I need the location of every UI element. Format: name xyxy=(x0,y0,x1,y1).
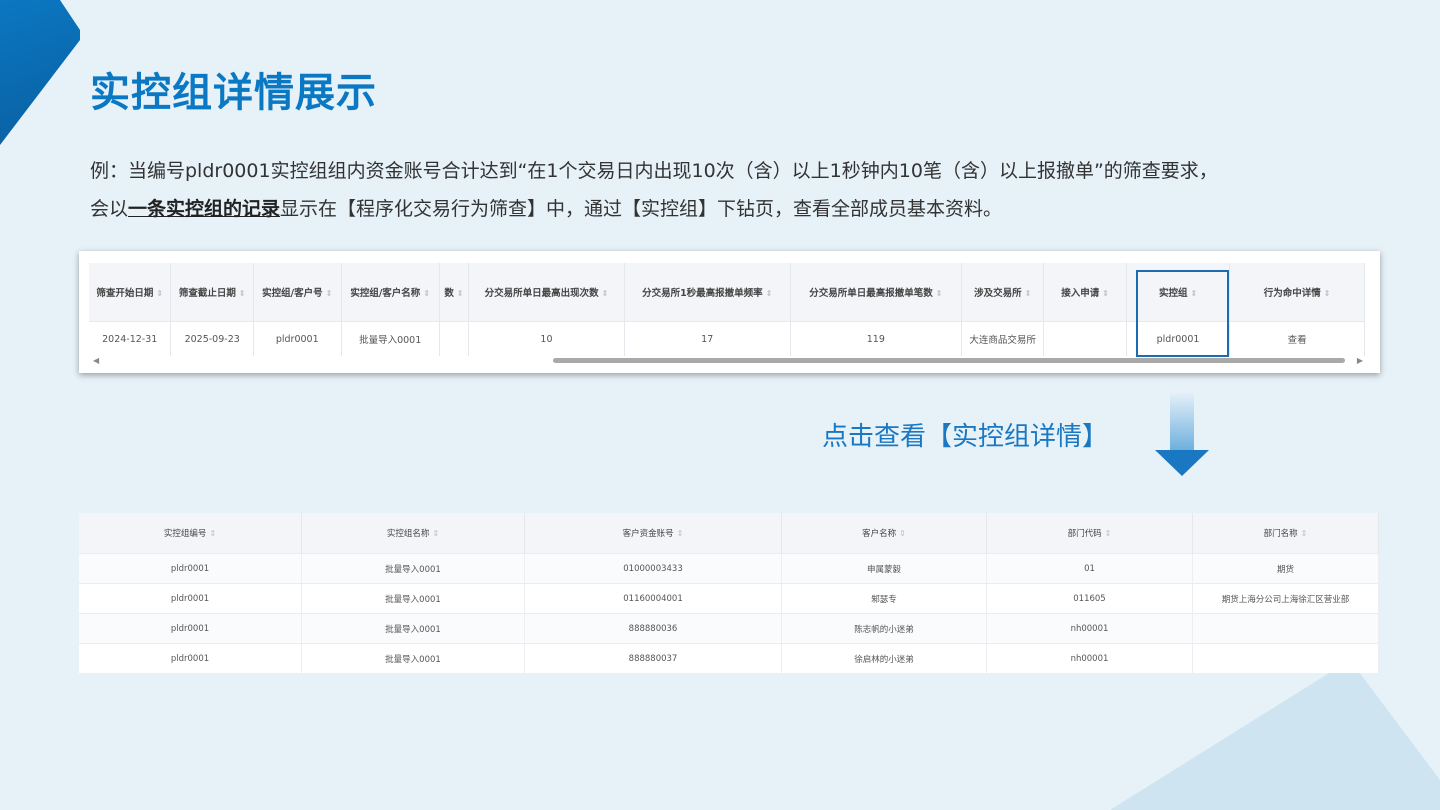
sort-icon[interactable]: ⇕ xyxy=(677,529,684,538)
sort-icon[interactable]: ⇕ xyxy=(432,529,439,538)
sort-icon[interactable]: ⇕ xyxy=(936,289,943,298)
cell-dept-code: 01 xyxy=(986,553,1193,584)
cell-account: 888880037 xyxy=(524,643,782,673)
description-bold: 一条实控组的记录 xyxy=(128,198,281,220)
cell-exchange: 大连商品交易所 xyxy=(961,321,1045,356)
cell-access-request xyxy=(1043,321,1127,356)
cell-dept-name: 期货上海分公司上海徐汇区营业部 xyxy=(1192,583,1379,614)
corner-decoration-top-left xyxy=(0,0,80,145)
cell-max-cancels: 119 xyxy=(790,321,962,356)
cell-end-date: 2025-09-23 xyxy=(170,321,254,356)
cell-group-name: 批量导入0001 xyxy=(301,643,525,673)
cell-account: 01160004001 xyxy=(524,583,782,614)
col-header[interactable]: 实控组/客户号 ⇕ xyxy=(253,263,342,322)
group-detail-table: 实控组编号 ⇕ 实控组名称 ⇕ 客户资金账号 ⇕ 客户名称 ⇕ 部门代码 ⇕ 部门名称 ⇕ … xyxy=(79,513,1379,673)
col-header[interactable]: 筛查截止日期 ⇕ xyxy=(170,263,254,322)
sort-icon[interactable]: ⇕ xyxy=(1324,289,1331,298)
sort-icon[interactable]: ⇕ xyxy=(209,529,216,538)
table-header-row: 实控组编号 ⇕ 实控组名称 ⇕ 客户资金账号 ⇕ 客户名称 ⇕ 部门代码 ⇕ 部门名称 ⇕ xyxy=(79,513,1379,554)
screening-table-panel: 筛查开始日期 ⇕ 筛查截止日期 ⇕ 实控组/客户号 ⇕ 实控组/客户名称 ⇕ 数 ⇕ 分交… xyxy=(79,251,1380,373)
cell-customer-name: 陈志帆的小迷弟 xyxy=(781,613,987,644)
description-prefix: 会以 xyxy=(90,198,129,220)
col-header[interactable]: 数 ⇕ xyxy=(439,263,470,322)
cell-group-name: 批量导入0001 xyxy=(301,613,525,644)
sort-icon[interactable]: ⇕ xyxy=(766,289,773,298)
table-row: pldr0001 批量导入0001 01160004001 邾瑟专 011605… xyxy=(79,583,1379,614)
cell-max-count: 10 xyxy=(468,321,625,356)
col-header[interactable]: 客户名称 ⇕ xyxy=(781,513,987,554)
cell-group-id: pldr0001 xyxy=(79,613,302,644)
sort-icon[interactable]: ⇕ xyxy=(1105,529,1112,538)
col-header[interactable]: 分交易所1秒最高报撤单频率 ⇕ xyxy=(624,263,791,322)
cell-group-id: pldr0001 xyxy=(79,583,302,614)
sort-icon[interactable]: ⇕ xyxy=(326,289,333,298)
sort-icon[interactable]: ⇕ xyxy=(899,529,906,538)
cell-dept-code: nh00001 xyxy=(986,613,1193,644)
sort-icon[interactable]: ⇕ xyxy=(457,289,464,298)
view-details-link[interactable]: 查看 xyxy=(1229,321,1365,356)
highlight-box xyxy=(1136,270,1229,357)
col-header[interactable]: 筛查开始日期 ⇕ xyxy=(89,263,172,322)
col-header[interactable]: 实控组/客户名称 ⇕ xyxy=(341,263,440,322)
cell-dept-code: 011605 xyxy=(986,583,1193,614)
scroll-thumb[interactable] xyxy=(553,358,1345,363)
cell-group-name: 批量导入0001 xyxy=(301,583,525,614)
cell-dept-name xyxy=(1192,613,1379,644)
sort-icon[interactable]: ⇕ xyxy=(1025,289,1032,298)
cell-group-name: 批量导入0001 xyxy=(301,553,525,584)
description-suffix: 显示在【程序化交易行为筛查】中，通过【实控组】下钻页，查看全部成员基本资料。 xyxy=(280,198,1003,220)
col-header[interactable]: 部门代码 ⇕ xyxy=(986,513,1193,554)
table-row: pldr0001 批量导入0001 888880037 徐启林的小迷弟 nh00… xyxy=(79,643,1379,673)
col-header[interactable]: 行为命中详情 ⇕ xyxy=(1229,263,1365,322)
sort-icon[interactable]: ⇕ xyxy=(239,289,246,298)
description-line-1: 例：当编号pldr0001实控组组内资金账号合计达到“在1个交易日内出现10次（… xyxy=(90,160,1218,182)
col-header[interactable]: 实控组编号 ⇕ xyxy=(79,513,302,554)
sort-icon[interactable]: ⇕ xyxy=(156,289,163,298)
col-header[interactable]: 涉及交易所 ⇕ xyxy=(961,263,1045,322)
col-header[interactable]: 部门名称 ⇕ xyxy=(1192,513,1379,554)
hint-text: 点击查看【实控组详情】 xyxy=(822,422,1109,452)
sort-icon[interactable]: ⇕ xyxy=(1301,529,1308,538)
cell-group-name: 批量导入0001 xyxy=(341,321,440,356)
cell-max-frequency: 17 xyxy=(624,321,791,356)
cell-start-date: 2024-12-31 xyxy=(89,321,172,356)
cell-account: 888880036 xyxy=(524,613,782,644)
col-header[interactable]: 分交易所单日最高报撤单笔数 ⇕ xyxy=(790,263,962,322)
cell-dept-name: 期货 xyxy=(1192,553,1379,584)
sort-icon[interactable]: ⇕ xyxy=(1102,289,1109,298)
cell-group-id: pldr0001 xyxy=(253,321,342,356)
sort-icon[interactable]: ⇕ xyxy=(602,289,609,298)
scroll-left-icon[interactable]: ◀ xyxy=(93,356,99,365)
horizontal-scrollbar[interactable]: ◀ ▶ xyxy=(91,355,1365,365)
cell-hidden xyxy=(439,321,470,356)
col-header[interactable]: 接入申请 ⇕ xyxy=(1043,263,1127,322)
down-arrow-icon xyxy=(1155,390,1209,476)
table-row: pldr0001 批量导入0001 01000003433 申属蒙毅 01 期货 xyxy=(79,553,1379,584)
cell-account: 01000003433 xyxy=(524,553,782,584)
sort-icon[interactable]: ⇕ xyxy=(423,289,430,298)
cell-group-id: pldr0001 xyxy=(79,643,302,673)
table-row: pldr0001 批量导入0001 888880036 陈志帆的小迷弟 nh00… xyxy=(79,613,1379,644)
cell-dept-code: nh00001 xyxy=(986,643,1193,673)
scroll-right-icon[interactable]: ▶ xyxy=(1357,356,1363,365)
cell-customer-name: 徐启林的小迷弟 xyxy=(781,643,987,673)
cell-dept-name xyxy=(1192,643,1379,673)
corner-decoration-bottom-right xyxy=(1110,660,1440,810)
cell-customer-name: 邾瑟专 xyxy=(781,583,987,614)
col-header[interactable]: 分交易所单日最高出现次数 ⇕ xyxy=(468,263,625,322)
group-detail-panel: 实控组编号 ⇕ 实控组名称 ⇕ 客户资金账号 ⇕ 客户名称 ⇕ 部门代码 ⇕ 部门名称 ⇕ … xyxy=(79,513,1379,673)
col-header[interactable]: 实控组名称 ⇕ xyxy=(301,513,525,554)
cell-customer-name: 申属蒙毅 xyxy=(781,553,987,584)
page-title: 实控组详情展示 xyxy=(90,70,377,116)
col-header[interactable]: 客户资金账号 ⇕ xyxy=(524,513,782,554)
cell-group-id: pldr0001 xyxy=(79,553,302,584)
description-line-2: 会以一条实控组的记录显示在【程序化交易行为筛查】中，通过【实控组】下钻页，查看全… xyxy=(90,194,1002,221)
